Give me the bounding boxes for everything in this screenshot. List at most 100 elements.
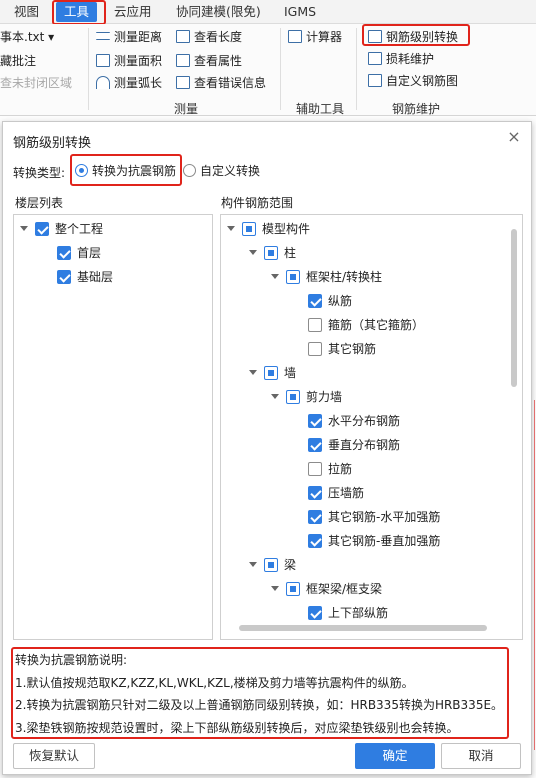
horizontal-scrollbar[interactable] bbox=[239, 625, 487, 631]
custom-rebar-drawing-button[interactable]: 自定义钢筋图 bbox=[368, 72, 458, 90]
expand-arrow-icon[interactable] bbox=[271, 274, 279, 279]
rebar-grade-convert-button[interactable]: 钢筋级别转换 bbox=[368, 28, 458, 46]
tree-row-label: 框架柱/转换柱 bbox=[306, 270, 383, 284]
view-length-button[interactable]: 查看长度 bbox=[176, 28, 242, 46]
tree-row[interactable]: 上下部纵筋 bbox=[293, 603, 388, 623]
expand-arrow-icon[interactable] bbox=[20, 226, 28, 231]
tree-row[interactable]: 基础层 bbox=[42, 267, 113, 287]
tree-row[interactable]: 压墙筋 bbox=[293, 483, 364, 503]
checkbox-partial-icon[interactable] bbox=[264, 246, 278, 260]
tab-collab-modeling[interactable]: 协同建模(限免) bbox=[176, 2, 261, 22]
radio-selected-icon[interactable] bbox=[75, 164, 88, 177]
loss-maintenance-label: 损耗维护 bbox=[386, 52, 435, 66]
radio-custom-convert-label: 自定义转换 bbox=[200, 164, 261, 178]
ribbon-separator bbox=[88, 28, 89, 110]
menu-bar: 视图 工具 云应用 协同建模(限免) IGMS bbox=[0, 0, 536, 24]
tree-row[interactable]: 拉筋 bbox=[293, 459, 352, 479]
loss-maintenance-button[interactable]: 损耗维护 bbox=[368, 50, 434, 68]
checkbox-checked-icon[interactable] bbox=[57, 270, 71, 284]
radio-custom-convert[interactable]: 自定义转换 bbox=[183, 162, 260, 180]
checkbox-checked-icon[interactable] bbox=[308, 534, 322, 548]
tree-row[interactable]: 水平分布钢筋 bbox=[293, 411, 400, 431]
checkbox-checked-icon[interactable] bbox=[308, 606, 322, 620]
checkbox-checked-icon[interactable] bbox=[308, 294, 322, 308]
calculator-button[interactable]: 计算器 bbox=[288, 28, 342, 46]
tab-tools[interactable]: 工具 bbox=[56, 2, 98, 22]
expand-arrow-icon[interactable] bbox=[227, 226, 235, 231]
tree-row-label: 其它钢筋 bbox=[328, 342, 377, 356]
tree-row-label: 其它钢筋-垂直加强筋 bbox=[328, 534, 441, 548]
notes-title: 转换为抗震钢筋说明: bbox=[15, 653, 128, 667]
vertical-scrollbar[interactable] bbox=[511, 229, 517, 387]
check-unclosed-area-button[interactable]: 查未封闭区域 bbox=[0, 74, 72, 92]
notes-line-1: 1.默认值按规范取KZ,KZZ,KL,WKL,KZL,楼梯及剪力墙等抗震构件的纵… bbox=[15, 675, 414, 690]
expand-arrow-icon[interactable] bbox=[271, 586, 279, 591]
notepad-file-dropdown[interactable]: 事本.txt ▾ bbox=[0, 28, 54, 46]
tree-row[interactable]: 整个工程 bbox=[20, 219, 103, 239]
checkbox-partial-icon[interactable] bbox=[286, 270, 300, 284]
measure-distance-button[interactable]: 测量距离 bbox=[96, 28, 162, 46]
floor-list-caption: 楼层列表 bbox=[15, 196, 64, 210]
measure-area-label: 测量面积 bbox=[114, 54, 163, 68]
view-length-label: 查看长度 bbox=[194, 30, 243, 44]
tree-row[interactable]: 首层 bbox=[42, 243, 101, 263]
ribbon-separator bbox=[356, 28, 357, 110]
view-errors-button[interactable]: 查看错误信息 bbox=[176, 74, 266, 92]
radio-seismic-rebar-label: 转换为抗震钢筋 bbox=[92, 164, 177, 178]
checkbox-checked-icon[interactable] bbox=[308, 414, 322, 428]
tree-row[interactable]: 箍筋（其它箍筋） bbox=[293, 315, 424, 335]
checkbox-checked-icon[interactable] bbox=[308, 486, 322, 500]
checkbox-checked-icon[interactable] bbox=[308, 510, 322, 524]
tree-row[interactable]: 模型构件 bbox=[227, 219, 310, 239]
restore-default-button[interactable]: 恢复默认 bbox=[13, 743, 95, 769]
view-properties-button[interactable]: 查看属性 bbox=[176, 52, 242, 70]
ok-button[interactable]: 确定 bbox=[355, 743, 435, 769]
checkbox-unchecked-icon[interactable] bbox=[308, 462, 322, 476]
tree-row[interactable]: 垂直分布钢筋 bbox=[293, 435, 400, 455]
tree-row[interactable]: 梁 bbox=[249, 555, 296, 575]
checkbox-partial-icon[interactable] bbox=[264, 558, 278, 572]
measure-arc-button[interactable]: 测量弧长 bbox=[96, 74, 162, 92]
ruler-icon bbox=[96, 32, 110, 40]
radio-unselected-icon[interactable] bbox=[183, 164, 196, 177]
checkbox-partial-icon[interactable] bbox=[286, 390, 300, 404]
dialog-title: 钢筋级别转换 bbox=[13, 136, 92, 151]
tree-row[interactable]: 其它钢筋 bbox=[293, 339, 376, 359]
expand-arrow-icon[interactable] bbox=[271, 394, 279, 399]
tree-row[interactable]: 墙 bbox=[249, 363, 296, 383]
tree-row[interactable]: 框架柱/转换柱 bbox=[271, 267, 382, 287]
tree-row[interactable]: 其它钢筋-水平加强筋 bbox=[293, 507, 440, 527]
checkbox-checked-icon[interactable] bbox=[308, 438, 322, 452]
checkbox-checked-icon[interactable] bbox=[35, 222, 49, 236]
expand-arrow-icon[interactable] bbox=[249, 250, 257, 255]
close-icon[interactable]: × bbox=[507, 129, 521, 145]
checkbox-partial-icon[interactable] bbox=[242, 222, 256, 236]
tree-row[interactable]: 其它钢筋-垂直加强筋 bbox=[293, 531, 440, 551]
expand-arrow-icon[interactable] bbox=[249, 370, 257, 375]
measure-area-button[interactable]: 测量面积 bbox=[96, 52, 162, 70]
tree-row[interactable]: 剪力墙 bbox=[271, 387, 342, 407]
tree-row[interactable]: 纵筋 bbox=[293, 291, 352, 311]
radio-seismic-rebar[interactable]: 转换为抗震钢筋 bbox=[75, 162, 176, 180]
tree-row-label: 水平分布钢筋 bbox=[328, 414, 401, 428]
tree-row[interactable]: 框架梁/框支梁 bbox=[271, 579, 382, 599]
tab-view[interactable]: 视图 bbox=[14, 2, 39, 22]
cancel-button[interactable]: 取消 bbox=[441, 743, 521, 769]
tree-row[interactable]: 柱 bbox=[249, 243, 296, 263]
error-list-icon bbox=[176, 76, 190, 89]
tab-igms[interactable]: IGMS bbox=[284, 2, 316, 22]
tree-row-label: 剪力墙 bbox=[306, 390, 343, 404]
checkbox-unchecked-icon[interactable] bbox=[308, 342, 322, 356]
hide-annotation-button[interactable]: 藏批注 bbox=[0, 52, 36, 70]
tree-row-label: 上下部纵筋 bbox=[328, 606, 389, 620]
checkbox-checked-icon[interactable] bbox=[57, 246, 71, 260]
expand-arrow-icon[interactable] bbox=[249, 562, 257, 567]
rebar-convert-icon bbox=[368, 30, 382, 43]
ribbon: 事本.txt ▾ 藏批注 查未封闭区域 测量距离 测量面积 测量弧长 查看长度 … bbox=[0, 24, 536, 116]
background-edge-line bbox=[534, 400, 535, 750]
checkbox-unchecked-icon[interactable] bbox=[308, 318, 322, 332]
tab-cloud-apps[interactable]: 云应用 bbox=[114, 2, 152, 22]
checkbox-partial-icon[interactable] bbox=[286, 582, 300, 596]
checkbox-partial-icon[interactable] bbox=[264, 366, 278, 380]
properties-icon bbox=[176, 54, 190, 67]
